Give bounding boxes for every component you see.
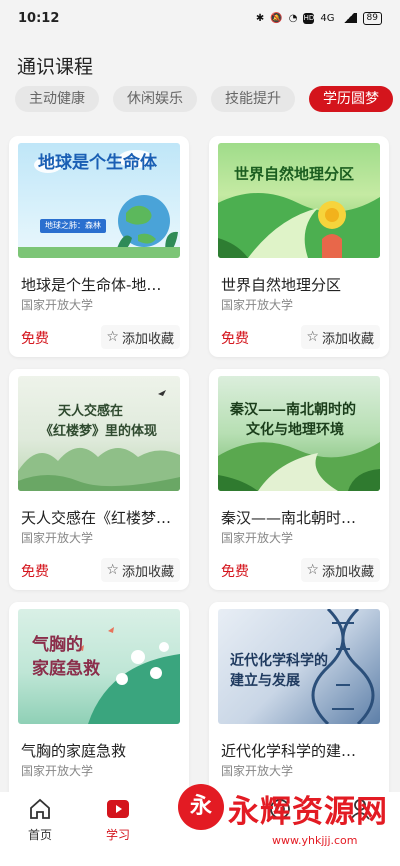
mute-icon: 🔕 (270, 12, 283, 24)
course-title: 近代化学科学的建… (221, 742, 357, 760)
course-thumbnail: 地球是个生命体 地球之肺：森林 (18, 143, 180, 258)
category-tabs: 主动健康 休闲娱乐 技能提升 学历圆梦 (15, 86, 400, 114)
course-title: 地球是个生命体-地… (21, 276, 162, 294)
nav-home-label: 首页 (27, 828, 52, 842)
tab-leisure[interactable]: 休闲娱乐 (113, 86, 197, 112)
thumbnail-title: 世界自然地理分区 (234, 165, 355, 183)
course-card[interactable]: 天人交感在 《红楼梦》里的体现 天人交感在《红楼梦… 国家开放大学 免费 ☆ 添… (9, 369, 189, 590)
thumbnail-line-1: 天人交感在 (58, 404, 124, 419)
course-price: 免费 (21, 564, 49, 580)
course-thumbnail: 世界自然地理分区 (218, 143, 380, 258)
thumbnail-line-2: 《红楼梦》里的体现 (40, 424, 158, 439)
star-icon: ☆ (306, 562, 319, 578)
watermark-text: 永辉资源网 (228, 794, 388, 830)
add-favorite-label: 添加收藏 (321, 564, 374, 580)
status-bar: 10:12 ✱ 🔕 ◔ HD 4G 89 (0, 0, 400, 36)
battery-icon: 89 (362, 11, 382, 25)
add-favorite-button[interactable]: ☆ 添加收藏 (301, 558, 380, 582)
hd-icon: HD (303, 12, 315, 24)
status-time: 10:12 (18, 10, 60, 26)
course-price: 免费 (221, 564, 249, 580)
course-provider: 国家开放大学 (21, 531, 94, 545)
course-card[interactable]: 秦汉——南北朝时的 文化与地理环境 秦汉——南北朝时… 国家开放大学 免费 ☆ … (209, 369, 389, 590)
tab-active-health[interactable]: 主动健康 (15, 86, 99, 112)
course-card[interactable]: 气胸的 家庭急救 气胸的家庭急救 国家开放大学 (9, 602, 189, 792)
add-favorite-label: 添加收藏 (121, 331, 174, 347)
landscape-illustration (218, 193, 380, 258)
watermark-url: www.yhkjjj.com (272, 834, 358, 847)
thumbnail-line-1: 近代化学科学的 (230, 653, 328, 669)
bluetooth-icon: ✱ (255, 12, 265, 24)
nav-home[interactable]: 首页 (8, 796, 72, 843)
course-title: 天人交感在《红楼梦… (21, 509, 172, 527)
course-title: 气胸的家庭急救 (21, 742, 127, 760)
star-icon: ☆ (106, 329, 119, 345)
status-icons: ✱ 🔕 ◔ HD 4G 89 (255, 11, 382, 25)
course-card[interactable]: 世界自然地理分区 世界自然地理分区 国家开放大学 免费 ☆ 添加收藏 (209, 136, 389, 357)
thumbnail-title: 地球是个生命体 (38, 153, 157, 173)
home-icon (30, 798, 50, 819)
play-icon (107, 800, 129, 818)
course-grid: 地球是个生命体 地球之肺：森林 地球是个生命体-地… 国家开放大学 免费 ☆ 添… (0, 136, 400, 792)
course-provider: 国家开放大学 (221, 531, 294, 545)
thumbnail-line-1: 秦汉——南北朝时的 (230, 402, 356, 418)
add-favorite-label: 添加收藏 (321, 331, 374, 347)
watermark: 永 永辉资源网 www.yhkjjj.com (172, 776, 400, 866)
add-favorite-button[interactable]: ☆ 添加收藏 (101, 558, 180, 582)
thumbnail-line-2: 文化与地理环境 (246, 422, 344, 438)
tab-skills[interactable]: 技能提升 (211, 86, 295, 112)
course-provider: 国家开放大学 (21, 764, 94, 778)
thumbnail-line-2: 家庭急救 (32, 659, 100, 679)
watermark-logo: 永 (178, 784, 224, 830)
course-title: 秦汉——南北朝时… (221, 509, 357, 527)
thumbnail-line-1: 气胸的 (32, 635, 83, 655)
star-icon: ☆ (306, 329, 319, 345)
course-price: 免费 (21, 331, 49, 347)
nav-study[interactable]: 学习 (86, 796, 150, 843)
course-thumbnail: 气胸的 家庭急救 (18, 609, 180, 724)
add-favorite-button[interactable]: ☆ 添加收藏 (101, 325, 180, 349)
course-provider: 国家开放大学 (221, 298, 294, 312)
course-card[interactable]: 地球是个生命体 地球之肺：森林 地球是个生命体-地… 国家开放大学 免费 ☆ 添… (9, 136, 189, 357)
star-icon: ☆ (106, 562, 119, 578)
nav-study-label: 学习 (105, 828, 130, 842)
course-title: 世界自然地理分区 (221, 276, 342, 294)
signal-icon (340, 13, 357, 23)
alarm-icon: ◔ (288, 12, 298, 24)
tab-degree[interactable]: 学历圆梦 (309, 86, 393, 112)
course-thumbnail: 秦汉——南北朝时的 文化与地理环境 (218, 376, 380, 491)
course-provider: 国家开放大学 (21, 298, 94, 312)
network-label: 4G (320, 12, 335, 24)
thumbnail-tag: 地球之肺：森林 (40, 219, 106, 233)
add-favorite-label: 添加收藏 (121, 564, 174, 580)
course-card[interactable]: 近代化学科学的 建立与发展 近代化学科学的建… 国家开放大学 (209, 602, 389, 792)
thumbnail-line-2: 建立与发展 (230, 673, 300, 689)
course-thumbnail: 近代化学科学的 建立与发展 (218, 609, 380, 724)
course-price: 免费 (221, 331, 249, 347)
add-favorite-button[interactable]: ☆ 添加收藏 (301, 325, 380, 349)
page-title: 通识课程 (17, 56, 94, 78)
course-thumbnail: 天人交感在 《红楼梦》里的体现 (18, 376, 180, 491)
